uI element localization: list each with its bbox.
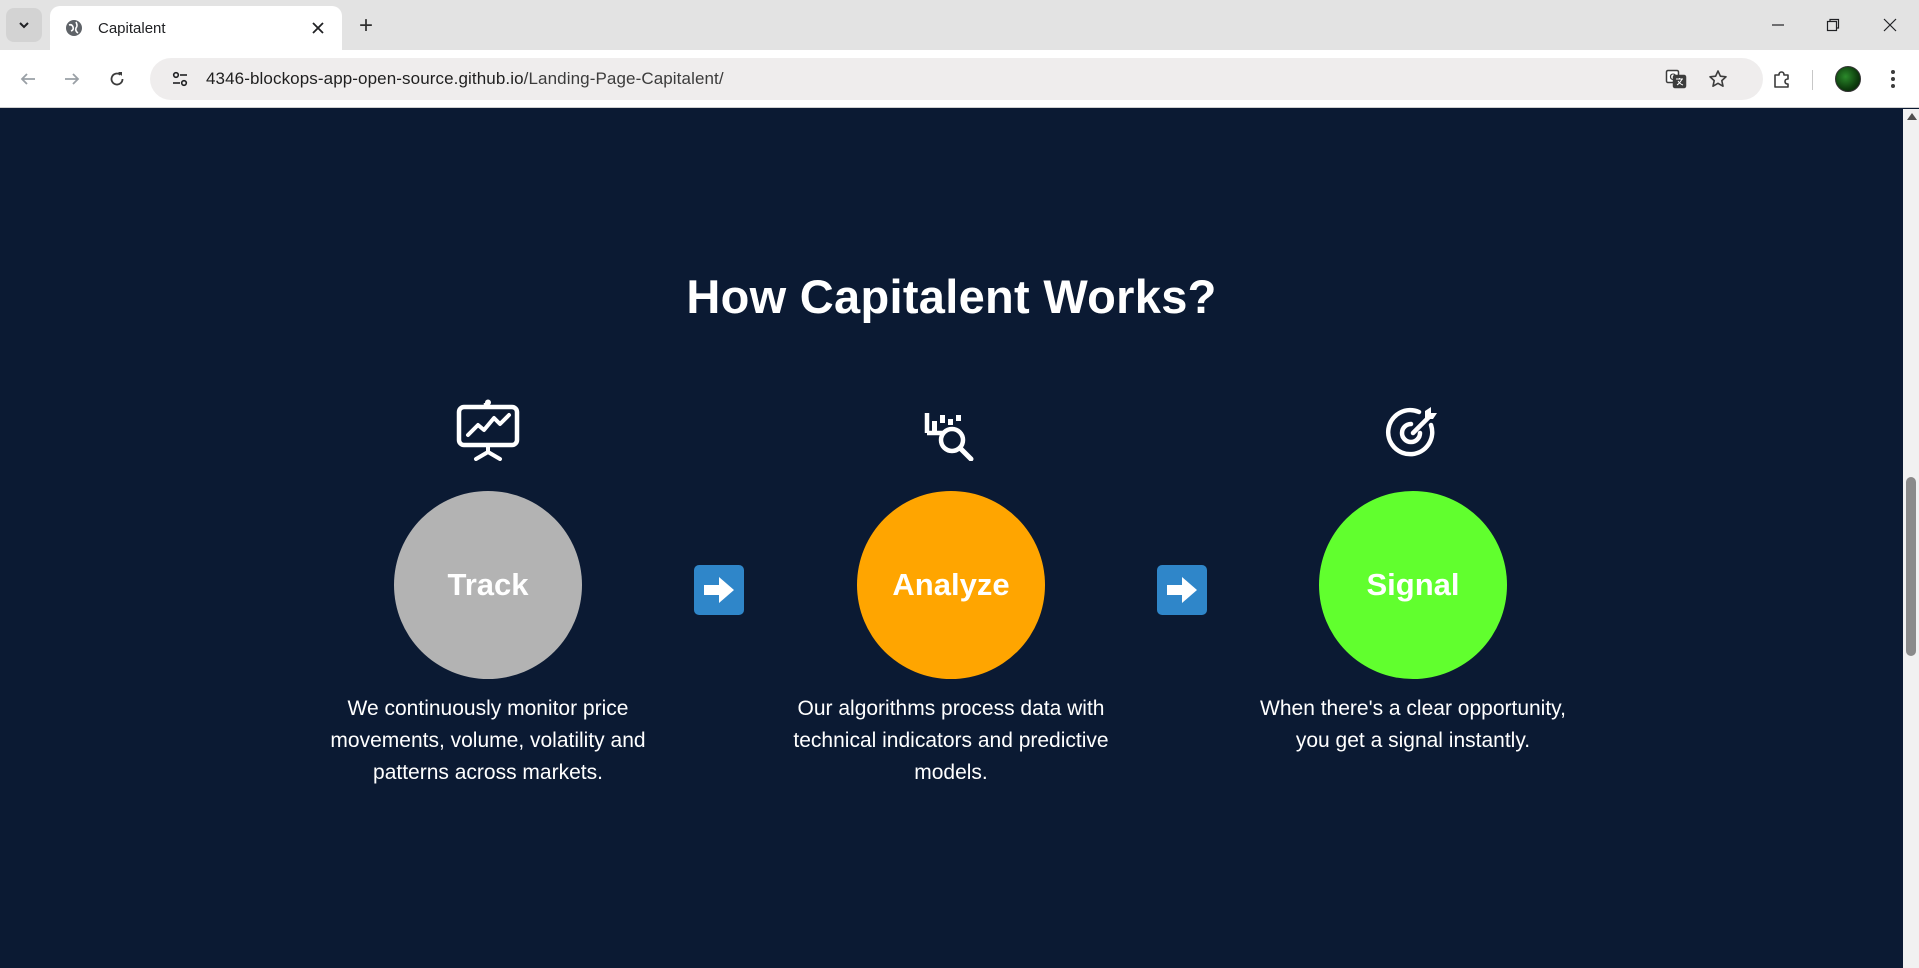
step-track-description: We continuously monitor price movements,… bbox=[330, 697, 646, 784]
page-scrollbar[interactable] bbox=[1903, 109, 1919, 968]
profile-button[interactable] bbox=[1831, 63, 1865, 95]
target-arrow-icon bbox=[1385, 399, 1441, 461]
translate-icon[interactable]: G bbox=[1658, 58, 1694, 100]
close-window-button[interactable] bbox=[1870, 10, 1910, 40]
address-bar[interactable]: 4346-blockops-app-open-source.github.io/… bbox=[150, 58, 1763, 100]
arrow-right-icon bbox=[1167, 577, 1197, 603]
arrow-right-box-2 bbox=[1157, 565, 1207, 615]
back-button[interactable] bbox=[12, 63, 44, 95]
site-settings-icon[interactable] bbox=[160, 58, 200, 100]
step-signal-circle: Signal bbox=[1319, 491, 1507, 679]
arrow-left-icon bbox=[20, 73, 35, 85]
browser-tab-active[interactable]: Capitalent bbox=[50, 6, 342, 50]
step-track-circle: Track bbox=[394, 491, 582, 679]
minimize-button[interactable] bbox=[1758, 10, 1798, 40]
reload-icon bbox=[110, 72, 124, 86]
presentation-chart-icon bbox=[456, 399, 520, 461]
puzzle-icon bbox=[1774, 71, 1789, 88]
step-track: Track We continuously monitor price move… bbox=[323, 399, 653, 789]
url-host: 4346-blockops-app-open-source.github.io bbox=[206, 69, 524, 88]
chevron-down-icon bbox=[19, 22, 29, 29]
tab-search-button[interactable] bbox=[6, 8, 42, 42]
minimize-icon bbox=[1772, 24, 1784, 26]
step-analyze-circle: Analyze bbox=[857, 491, 1045, 679]
step-analyze: Analyze Our algorithms process data with… bbox=[786, 399, 1116, 789]
avatar bbox=[1835, 66, 1861, 92]
arrow-right-icon bbox=[65, 73, 80, 85]
restore-button[interactable] bbox=[1813, 10, 1853, 40]
plus-icon: + bbox=[358, 12, 373, 39]
more-vert-icon bbox=[1891, 70, 1895, 88]
section-title: How Capitalent Works? bbox=[686, 270, 1217, 323]
step-signal-description: When there's a clear opportunity, you ge… bbox=[1260, 697, 1566, 752]
page-viewport: How Capitalent Works? Track We continuou… bbox=[0, 109, 1903, 968]
url-text: 4346-blockops-app-open-source.github.io/… bbox=[206, 69, 724, 89]
toolbar-divider bbox=[1812, 70, 1813, 90]
arrow-right-icon bbox=[704, 577, 734, 603]
tab-title: Capitalent bbox=[98, 19, 166, 37]
globe-icon bbox=[64, 18, 84, 38]
reload-button[interactable] bbox=[101, 63, 133, 95]
star-icon[interactable] bbox=[1700, 58, 1736, 100]
scroll-up-arrow-icon[interactable] bbox=[1907, 113, 1917, 120]
forward-button[interactable] bbox=[56, 63, 88, 95]
restore-icon bbox=[1826, 18, 1840, 32]
step-signal: Signal When there's a clear opportunity,… bbox=[1248, 399, 1578, 757]
chart-search-icon bbox=[923, 399, 979, 461]
new-tab-button[interactable]: + bbox=[352, 12, 380, 40]
url-path: /Landing-Page-Capitalent/ bbox=[523, 69, 724, 88]
arrow-right-box-1 bbox=[694, 565, 744, 615]
scrollbar-thumb[interactable] bbox=[1906, 477, 1916, 656]
step-analyze-description: Our algorithms process data with technic… bbox=[793, 697, 1109, 784]
browser-toolbar: 4346-blockops-app-open-source.github.io/… bbox=[0, 50, 1919, 108]
tab-close-icon[interactable] bbox=[306, 16, 330, 40]
close-icon bbox=[1883, 18, 1897, 32]
browser-tab-strip: Capitalent + bbox=[0, 0, 1919, 50]
menu-button[interactable] bbox=[1876, 63, 1910, 95]
extensions-button[interactable] bbox=[1765, 63, 1799, 95]
